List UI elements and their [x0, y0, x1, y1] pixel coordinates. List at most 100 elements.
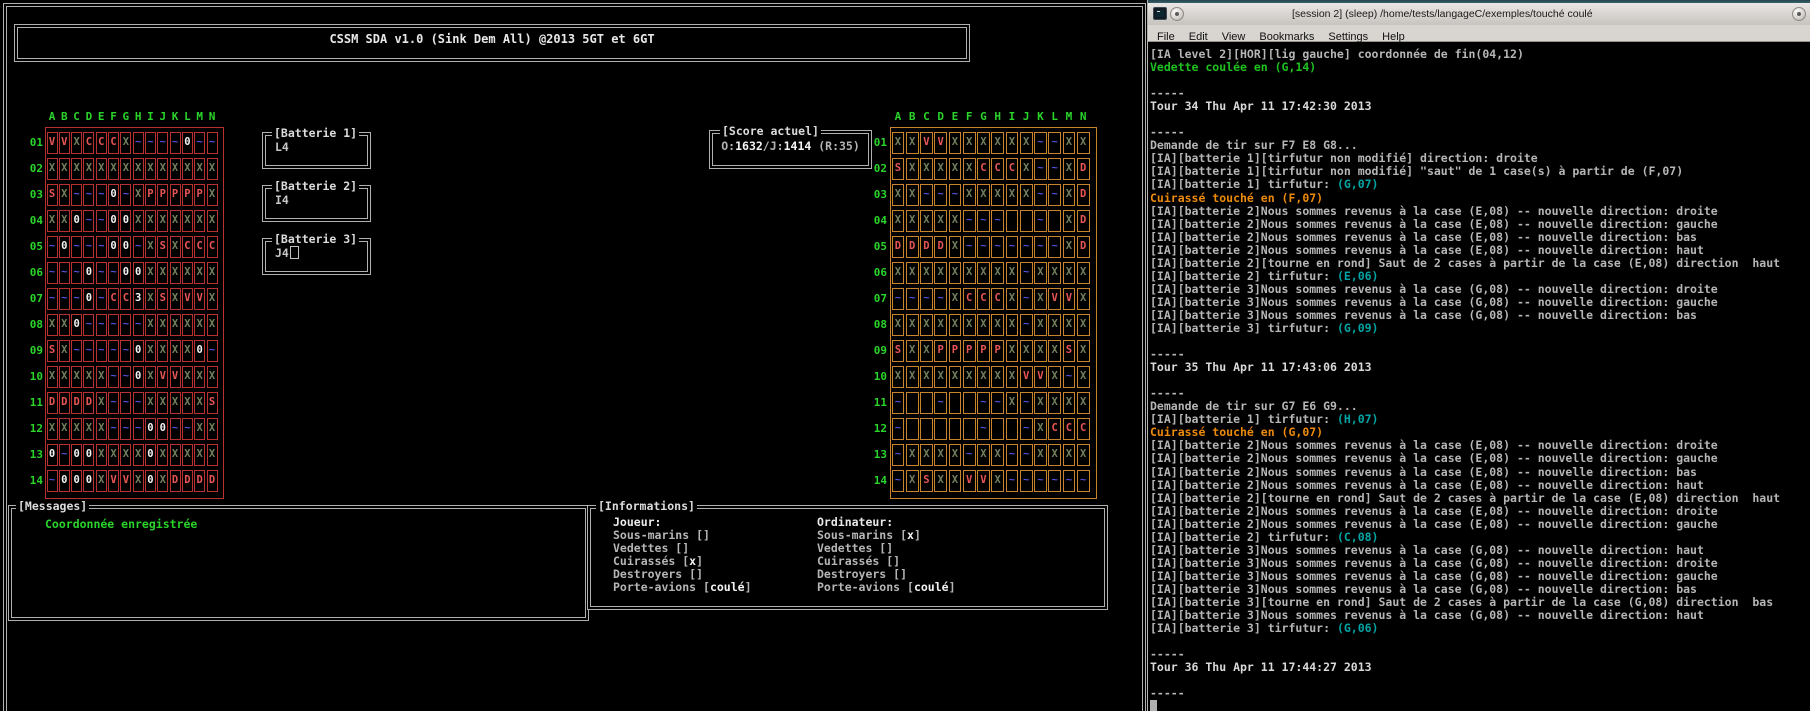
grid-cell: ~ [949, 184, 962, 206]
sticky-button[interactable] [1170, 7, 1184, 21]
grid-cell: X [1077, 444, 1090, 466]
grid-cell: ~ [71, 236, 82, 258]
grid-cell: D [1077, 184, 1090, 206]
terminal-line [1150, 700, 1810, 711]
grid-cell: X [182, 444, 193, 466]
terminal-screen[interactable]: [IA level 2][HOR][lig gauche] coordonnée… [1148, 42, 1810, 711]
grid-cell: X [1048, 314, 1061, 336]
grid-cell: X [920, 210, 933, 232]
grid-cell: ~ [1020, 262, 1033, 284]
grid-cell [1006, 418, 1019, 440]
grid-cell: ~ [96, 210, 107, 232]
grid-cell: D [71, 392, 82, 414]
grid-cell: X [170, 340, 181, 362]
grid-cell: X [83, 158, 94, 180]
grid-cell: D [1077, 210, 1090, 232]
grid-cell: 0 [120, 236, 131, 258]
terminal-line [1150, 374, 1810, 387]
batterie-3-box[interactable]: [Batterie 3] J4 [262, 238, 371, 275]
grid-cell: ~ [120, 340, 131, 362]
grid-cell: X [59, 210, 70, 232]
grid-cell: X [59, 340, 70, 362]
terminal-line [1150, 335, 1810, 348]
grid-cell: X [906, 340, 919, 362]
grid-cell: X [949, 132, 962, 154]
grid-cell: X [194, 366, 205, 388]
grid-cell: X [892, 210, 905, 232]
grid-cell: X [1020, 158, 1033, 180]
row-number: 10 [870, 370, 887, 383]
grid-cell: X [1063, 210, 1076, 232]
grid-cell: P [182, 184, 193, 206]
batterie-2-box: [Batterie 2] I4 [262, 185, 371, 222]
column-letter: F [963, 110, 976, 123]
grid-cell: C [108, 288, 119, 310]
column-letter: N [1077, 110, 1090, 123]
terminal-line: Tour 36 Thu Apr 11 17:44:27 2013 [1150, 661, 1810, 674]
grid-cell [934, 418, 947, 440]
grid-cell [906, 418, 919, 440]
grid-cell: ~ [71, 184, 82, 206]
column-letter: K [170, 110, 181, 123]
app-title-box: CSSM SDA v1.0 (Sink Dem All) @2013 5GT e… [14, 24, 970, 62]
grid-cell: C [1048, 418, 1061, 440]
grid-cell: X [194, 418, 205, 440]
grid-cell: X [207, 262, 218, 284]
grid-cell: X [1048, 392, 1061, 414]
grid-cell: ~ [1020, 444, 1033, 466]
grid-cell: X [1020, 132, 1033, 154]
column-letter: A [47, 110, 58, 123]
grid-cell: 3 [133, 288, 144, 310]
row-number: 12 [26, 422, 43, 435]
grid-cell [920, 418, 933, 440]
grid-cell [1020, 210, 1033, 232]
grid-cell: V [1063, 288, 1076, 310]
grid-cell: P [157, 184, 168, 206]
row-number: 13 [870, 448, 887, 461]
grid-cell: ~ [1020, 314, 1033, 336]
grid-cell: X [892, 262, 905, 284]
grid-cell: X [1020, 184, 1033, 206]
grid-cell: ~ [120, 392, 131, 414]
grid-cell: V [182, 288, 193, 310]
grid-cell: X [145, 392, 156, 414]
grid-cell: X [145, 236, 156, 258]
window-titlebar[interactable]: [session 2] (sleep) /home/tests/langageC… [1148, 3, 1810, 25]
grid-cell: ~ [83, 340, 94, 362]
grid-cell: X [133, 210, 144, 232]
grid-cell: ~ [963, 210, 976, 232]
batterie-1-box: [Batterie 1] L4 [262, 132, 371, 169]
grid-cell: X [157, 340, 168, 362]
grid-cell: X [157, 470, 168, 492]
grid-cell: X [1034, 392, 1047, 414]
grid-cell: X [1063, 184, 1076, 206]
grid-cell: X [47, 210, 58, 232]
grid-cell: V [170, 366, 181, 388]
grid-cell: X [949, 210, 962, 232]
grid-cell: X [96, 366, 107, 388]
column-letter: M [194, 110, 205, 123]
grid-cell: V [108, 470, 119, 492]
column-letter: E [96, 110, 107, 123]
grid-cell: X [1077, 262, 1090, 284]
window-control-button[interactable] [1792, 7, 1806, 21]
column-letter: C [920, 110, 933, 123]
grid-cell: X [120, 132, 131, 154]
grid-cell: 0 [83, 444, 94, 466]
grid-cell: V [157, 366, 168, 388]
grid-cell: ~ [83, 236, 94, 258]
grid-cell: 0 [59, 236, 70, 258]
grid-cell: ~ [920, 288, 933, 310]
grid-cell: X [934, 470, 947, 492]
grid-cell: X [949, 444, 962, 466]
grid-cell: X [949, 262, 962, 284]
grid-cell: ~ [83, 210, 94, 232]
grid-cell: X [170, 314, 181, 336]
grid-cell: ~ [207, 340, 218, 362]
grid-cell: ~ [120, 366, 131, 388]
message-text: Coordonnée enregistrée [45, 517, 197, 531]
grid-cell: 0 [145, 418, 156, 440]
grid-cell: ~ [133, 392, 144, 414]
grid-cell: X [170, 210, 181, 232]
grid-cell [949, 392, 962, 414]
